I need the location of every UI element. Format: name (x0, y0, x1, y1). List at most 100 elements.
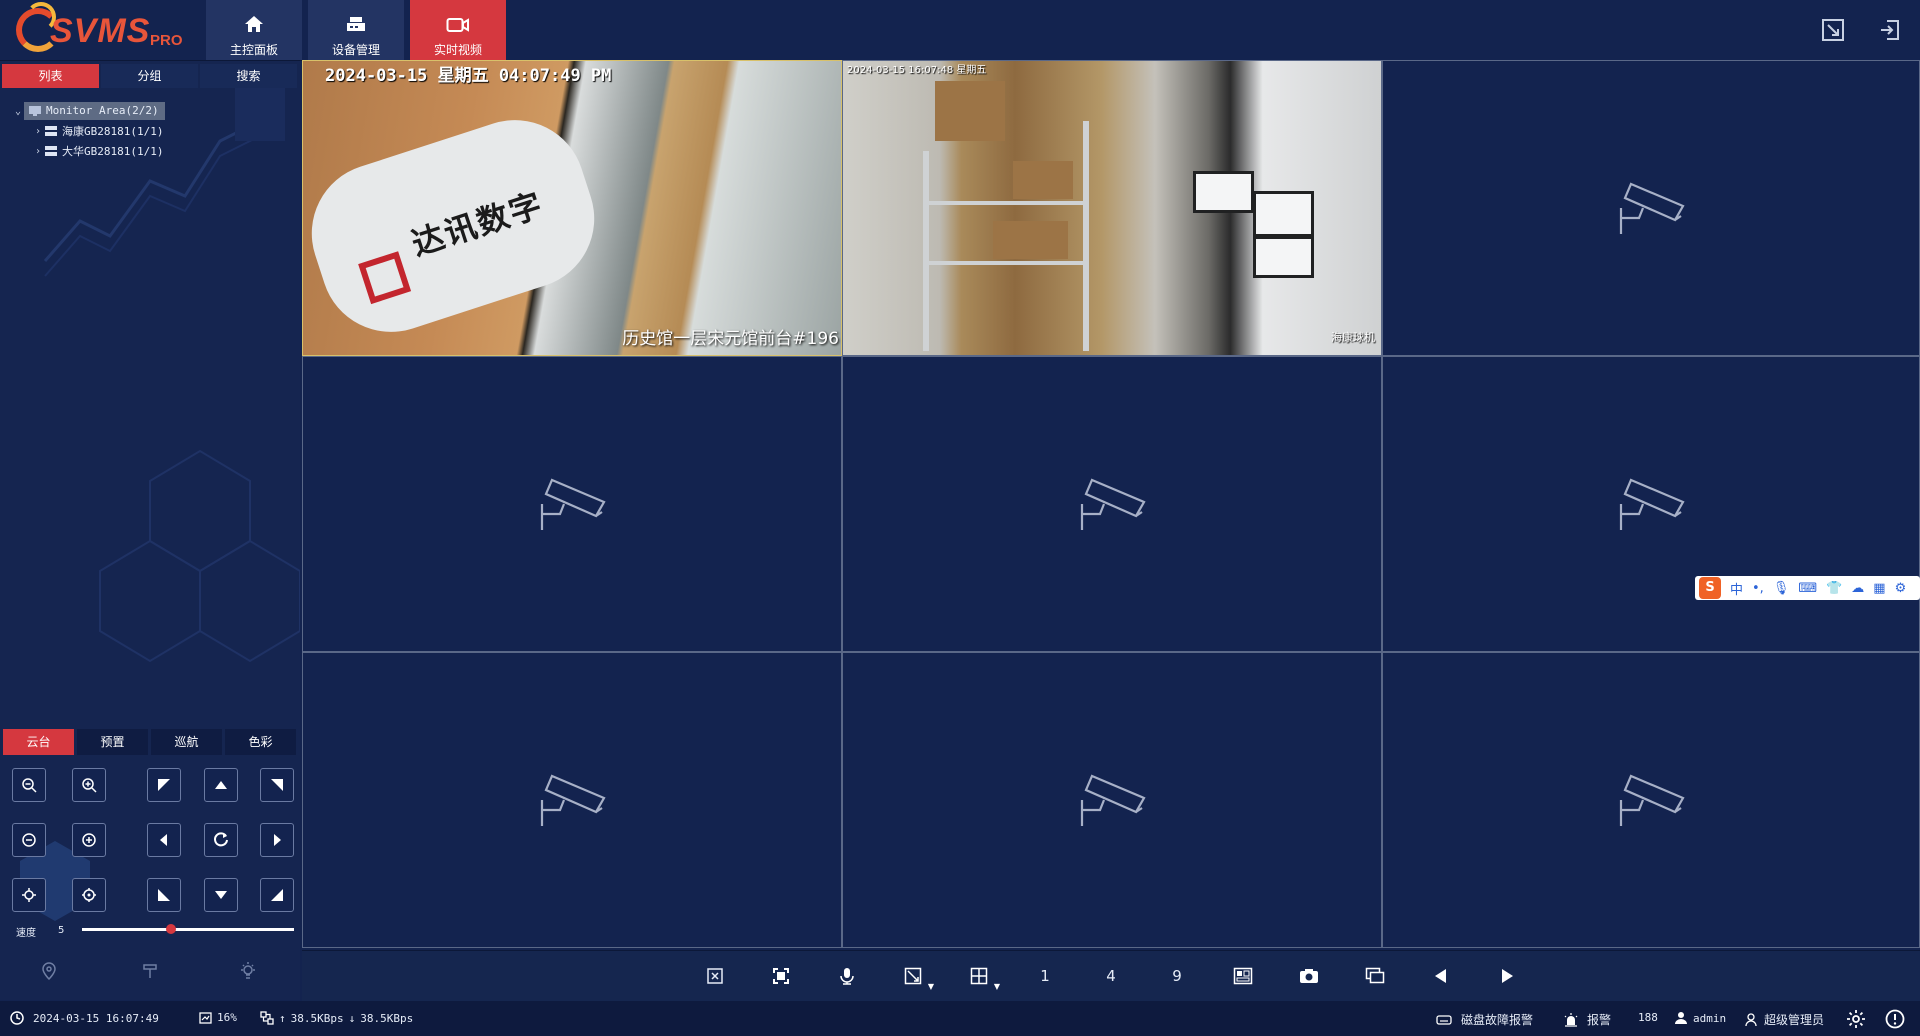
expand-icon (773, 968, 789, 984)
iris-open-button[interactable] (72, 878, 106, 912)
video-cell-8[interactable] (842, 652, 1382, 948)
ime-settings-icon[interactable]: ⚙ (1895, 581, 1907, 596)
tab-preset[interactable]: 预置 (77, 729, 148, 755)
status-bar: 2024-03-15 16:07:49 16% ↑ 38.5KBps ↓ 38.5K… (0, 1001, 1920, 1036)
alarm-button[interactable]: 报警 (1563, 1011, 1611, 1028)
top-bar: SVMS PRO 主控面板 设备管理 实时视频 (0, 0, 1920, 61)
snapshot-button[interactable] (1296, 963, 1322, 989)
company-logo-icon (358, 251, 412, 305)
tab-list[interactable]: 列表 (2, 64, 99, 88)
triangle-left-icon (1435, 969, 1446, 983)
tab-search[interactable]: 搜索 (200, 64, 297, 88)
ptz-auto-button[interactable] (204, 823, 238, 857)
nav-tab-live-video[interactable]: 实时视频 (410, 0, 506, 60)
zoom-out-button[interactable] (12, 768, 46, 802)
chevron-right-icon[interactable]: › (32, 146, 44, 157)
nav-tab-dashboard[interactable]: 主控面板 (206, 0, 302, 60)
tab-group[interactable]: 分组 (101, 64, 198, 88)
video-cell-7[interactable] (302, 652, 842, 948)
shelf-board (923, 261, 1089, 265)
split-layout-button[interactable]: ▼ (966, 963, 1000, 991)
ime-keyboard-icon[interactable]: ⌨ (1798, 581, 1817, 596)
tab-cruise[interactable]: 巡航 (151, 729, 222, 755)
ime-skin-icon[interactable]: 👕 (1826, 581, 1842, 596)
ptz-up-button[interactable] (204, 768, 238, 802)
stream-type-button[interactable]: ▼ (900, 963, 934, 991)
light-icon[interactable] (238, 961, 258, 981)
layout-1-button[interactable]: 1 (1032, 963, 1058, 989)
ptz-down-button[interactable] (204, 878, 238, 912)
location-pin-icon[interactable] (39, 961, 59, 981)
info-alert-icon[interactable] (1885, 1009, 1905, 1029)
tab-ptz[interactable]: 云台 (3, 729, 74, 755)
custom-layout-button[interactable] (1230, 963, 1256, 989)
zoom-in-button[interactable] (72, 768, 106, 802)
fullscreen-button[interactable] (768, 963, 794, 989)
left-panel: 列表 分组 搜索 ⌄ Monitor Area(2/2) › 海康GB28181… (0, 61, 300, 1000)
logout-icon[interactable] (1878, 18, 1902, 42)
speed-slider[interactable] (82, 928, 294, 931)
video-cell-2[interactable]: 2024-03-15 16:07:48 星期五 海康球机 (842, 60, 1382, 356)
tree-root-label: Monitor Area(2/2) (46, 104, 159, 117)
speed-label: 速度 (16, 928, 36, 939)
video-cell-6[interactable] (1382, 356, 1920, 652)
previous-page-button[interactable] (1428, 963, 1454, 989)
alarm-light-icon (1564, 1012, 1578, 1027)
ime-microphone-icon[interactable]: 🎙 (1773, 581, 1790, 596)
next-page-button[interactable] (1494, 963, 1520, 989)
tab-color[interactable]: 色彩 (225, 729, 296, 755)
speed-slider-thumb[interactable] (166, 924, 177, 934)
talk-button[interactable] (834, 963, 860, 989)
ime-logo: S (1699, 577, 1721, 599)
network-icon (260, 1011, 274, 1025)
current-user[interactable]: admin (1674, 1011, 1726, 1025)
nav-tab-label: 设备管理 (331, 43, 380, 57)
ptz-up-right-button[interactable] (260, 768, 294, 802)
focus-far-button[interactable] (72, 823, 106, 857)
ptz-down-right-button[interactable] (260, 878, 294, 912)
video-cell-1[interactable]: 达讯数字 2024-03-15 星期五 04:07:49 PM 历史馆一层宋元馆… (302, 60, 842, 356)
fullscreen-icon[interactable] (1821, 18, 1845, 42)
monitor-area-icon (29, 106, 41, 116)
settings-gear-icon[interactable] (1846, 1009, 1866, 1029)
tree-item[interactable]: › 大华GB28181(1/1) (12, 141, 165, 161)
ime-punctuation-icon[interactable]: •, (1752, 581, 1764, 596)
tree-item-label: 大华GB28181(1/1) (62, 145, 164, 158)
clock-icon (10, 1011, 24, 1025)
camera-placeholder-icon (540, 478, 606, 530)
layout-4-button[interactable]: 4 (1098, 963, 1124, 989)
cpu-text: 16% (217, 1011, 237, 1024)
ptz-right-button[interactable] (260, 823, 294, 857)
monitor-screen (1253, 191, 1314, 237)
tree-root[interactable]: ⌄ Monitor Area(2/2) (12, 101, 165, 121)
role-text: 超级管理员 (1764, 1013, 1825, 1027)
camera-placeholder-icon (1619, 774, 1685, 826)
focus-near-button[interactable] (12, 823, 46, 857)
video-cell-9[interactable] (1382, 652, 1920, 948)
home-icon (245, 16, 263, 32)
cardboard-box (1013, 161, 1073, 199)
ptz-down-left-button[interactable] (147, 878, 181, 912)
layout-9-button[interactable]: 9 (1164, 963, 1190, 989)
video-cell-4[interactable] (302, 356, 842, 652)
chevron-right-icon[interactable]: › (32, 126, 44, 137)
ime-cloud-icon[interactable]: ☁ (1851, 581, 1864, 596)
triangle-right-icon (1502, 969, 1513, 983)
ime-mode[interactable]: 中 (1730, 579, 1743, 598)
disk-alarm-button[interactable]: 磁盘故障报警 (1436, 1011, 1533, 1028)
video-cell-3[interactable] (1382, 60, 1920, 356)
chevron-down-icon[interactable]: ⌄ (12, 106, 24, 117)
close-all-button[interactable] (702, 963, 728, 989)
ime-toolbar[interactable]: S 中 •, 🎙 ⌨ 👕 ☁ ▦ ⚙ (1695, 576, 1920, 600)
video-cell-5[interactable] (842, 356, 1382, 652)
tree-item[interactable]: › 海康GB28181(1/1) (12, 121, 165, 141)
wiper-icon[interactable] (140, 961, 160, 981)
ptz-left-button[interactable] (147, 823, 181, 857)
iris-close-button[interactable] (12, 878, 46, 912)
osd-channel-name: 历史馆一层宋元馆前台#196 (622, 329, 839, 349)
ptz-up-left-button[interactable] (147, 768, 181, 802)
ime-apps-icon[interactable]: ▦ (1873, 581, 1885, 596)
nav-tab-device-management[interactable]: 设备管理 (308, 0, 404, 60)
multi-window-button[interactable] (1362, 963, 1388, 989)
status-datetime: 2024-03-15 16:07:49 (10, 1011, 159, 1025)
